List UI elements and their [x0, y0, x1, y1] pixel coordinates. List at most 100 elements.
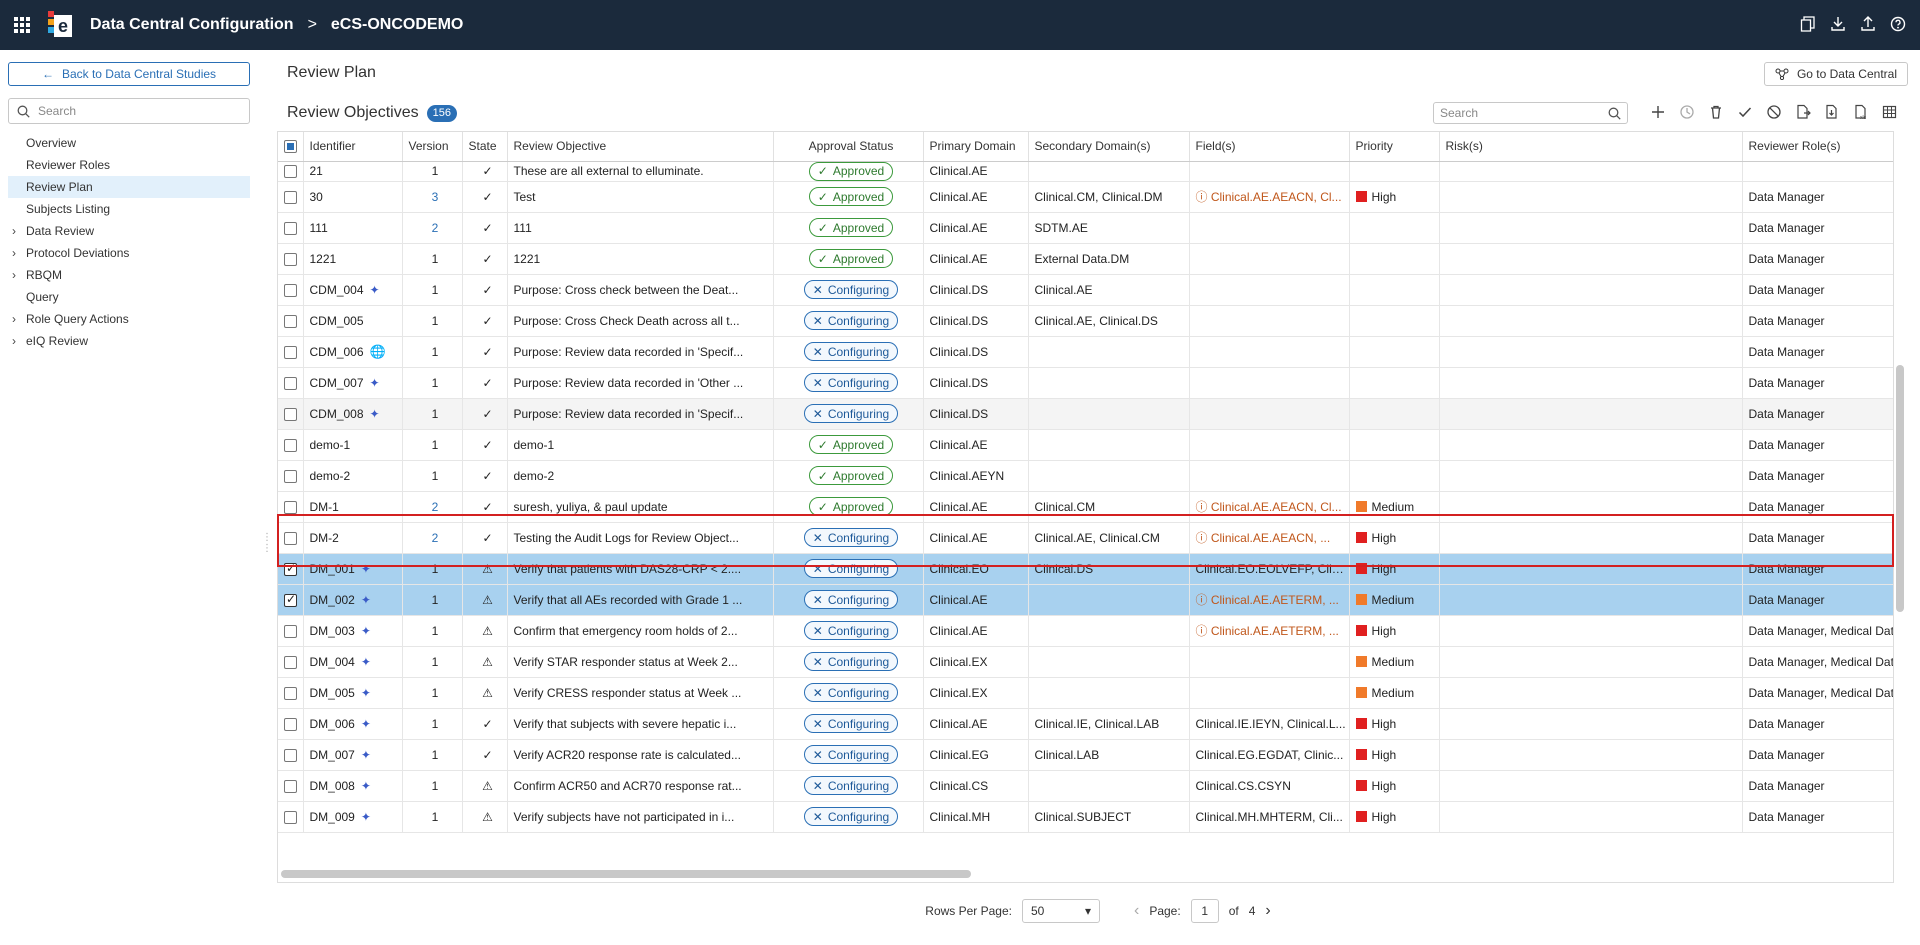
version-cell[interactable]: 2: [402, 522, 463, 554]
row-select-cell[interactable]: [278, 429, 304, 461]
review-objective-cell[interactable]: Testing the Audit Logs for Review Object…: [507, 522, 774, 554]
disable-icon[interactable]: [1764, 102, 1783, 122]
chevron-right-icon[interactable]: ›: [12, 264, 16, 286]
col-secondary-domains[interactable]: Secondary Domain(s): [1028, 132, 1190, 162]
copy-icon[interactable]: [1800, 16, 1816, 32]
version-cell[interactable]: 2: [402, 212, 463, 244]
table-row[interactable]: 30 3 ✓ Test ✓ Approved Clinical.AE Clinical.CM,…: [278, 181, 1893, 213]
review-objective-cell[interactable]: suresh, yuliya, & paul update: [507, 491, 774, 523]
identifier-cell[interactable]: DM-1: [303, 491, 403, 523]
row-select-cell[interactable]: [278, 460, 304, 492]
row-checkbox[interactable]: [284, 748, 297, 762]
sidebar-item-overview[interactable]: Overview: [8, 132, 250, 154]
table-row[interactable]: DM_002 ✦ 1 ⚠ Verify that all AEs recorded wi…: [278, 584, 1893, 616]
row-checkbox[interactable]: [284, 624, 297, 638]
row-select-cell[interactable]: [278, 367, 304, 399]
identifier-cell[interactable]: CDM_005: [303, 305, 403, 337]
table-row[interactable]: DM-2 2 ✓ Testing the Audit Logs for Review …: [278, 522, 1893, 554]
identifier-cell[interactable]: demo-1: [303, 429, 403, 461]
history-icon[interactable]: [1677, 102, 1696, 122]
table-row[interactable]: CDM_007 ✦ 1 ✓ Purpose: Review data recorded …: [278, 367, 1893, 399]
table-row[interactable]: CDM_004 ✦ 1 ✓ Purpose: Cross check between t…: [278, 274, 1893, 306]
identifier-cell[interactable]: CDM_007 ✦: [303, 367, 403, 399]
row-select-cell[interactable]: [278, 336, 304, 368]
sidebar-item-query[interactable]: Query: [8, 286, 250, 308]
row-select-cell[interactable]: [278, 708, 304, 740]
identifier-cell[interactable]: 111: [303, 212, 403, 244]
identifier-cell[interactable]: DM-2: [303, 522, 403, 554]
page-number-input[interactable]: 1: [1190, 899, 1219, 923]
review-objective-cell[interactable]: demo-2: [507, 460, 774, 492]
back-to-studies-button[interactable]: ← Back to Data Central Studies: [8, 62, 250, 86]
apps-grid-icon[interactable]: [14, 17, 30, 33]
chevron-right-icon[interactable]: ›: [12, 308, 16, 330]
review-objective-cell[interactable]: demo-1: [507, 429, 774, 461]
table-row[interactable]: demo-1 1 ✓ demo-1 ✓ Approved Clinical.AE Data M…: [278, 429, 1893, 461]
next-page-icon[interactable]: ›: [1265, 902, 1270, 920]
table-row[interactable]: DM_006 ✦ 1 ✓ Verify that subjects with sever…: [278, 708, 1893, 740]
row-select-cell[interactable]: [278, 522, 304, 554]
review-objective-cell[interactable]: Purpose: Review data recorded in 'Specif…: [507, 336, 774, 368]
review-objective-cell[interactable]: 111: [507, 212, 774, 244]
row-checkbox[interactable]: [284, 500, 297, 514]
review-objective-cell[interactable]: Purpose: Cross check between the Deat...: [507, 274, 774, 306]
row-select-cell[interactable]: [278, 615, 304, 647]
identifier-cell[interactable]: 21: [303, 161, 403, 182]
row-checkbox[interactable]: [284, 407, 297, 421]
app-title[interactable]: Data Central Configuration: [90, 16, 294, 34]
splitter-handle[interactable]: ⋮ ⋮: [262, 532, 272, 554]
table-row[interactable]: DM_003 ✦ 1 ⚠ Confirm that emergency room hol…: [278, 615, 1893, 647]
table-row[interactable]: CDM_005 1 ✓ Purpose: Cross Check Death acro…: [278, 305, 1893, 337]
row-select-cell[interactable]: [278, 770, 304, 802]
row-select-cell[interactable]: [278, 801, 304, 833]
row-select-cell[interactable]: [278, 398, 304, 430]
import-icon[interactable]: [1822, 102, 1841, 122]
row-checkbox[interactable]: [284, 779, 297, 793]
row-select-cell[interactable]: [278, 739, 304, 771]
table-row[interactable]: 21 1 ✓ These are all external to elluminate…: [278, 161, 1893, 182]
row-checkbox[interactable]: [284, 314, 297, 328]
table-search-input[interactable]: Search: [1433, 102, 1628, 124]
sidebar-item-reviewer-roles[interactable]: Reviewer Roles: [8, 154, 250, 176]
table-row[interactable]: DM_005 ✦ 1 ⚠ Verify CRESS responder status a…: [278, 677, 1893, 709]
review-objective-cell[interactable]: Purpose: Review data recorded in 'Other …: [507, 367, 774, 399]
approve-icon[interactable]: [1735, 102, 1754, 122]
row-select-cell[interactable]: [278, 181, 304, 213]
row-select-cell[interactable]: [278, 243, 304, 275]
row-checkbox[interactable]: [284, 717, 297, 731]
vertical-scrollbar[interactable]: [1896, 365, 1904, 612]
chevron-right-icon[interactable]: ›: [12, 330, 16, 352]
col-priority[interactable]: Priority: [1349, 132, 1440, 162]
table-row[interactable]: 1221 1 ✓ 1221 ✓ Approved Clinical.AE External D…: [278, 243, 1893, 275]
review-objective-cell[interactable]: Purpose: Cross Check Death across all t.…: [507, 305, 774, 337]
review-objective-cell[interactable]: Verify STAR responder status at Week 2..…: [507, 646, 774, 678]
identifier-cell[interactable]: CDM_008 ✦: [303, 398, 403, 430]
review-objective-cell[interactable]: 1221: [507, 243, 774, 275]
chevron-right-icon[interactable]: ›: [12, 220, 16, 242]
row-checkbox[interactable]: [284, 810, 297, 824]
identifier-cell[interactable]: DM_005 ✦: [303, 677, 403, 709]
row-checkbox[interactable]: [284, 438, 297, 452]
row-select-cell[interactable]: [278, 274, 304, 306]
identifier-cell[interactable]: DM_003 ✦: [303, 615, 403, 647]
sidebar-item-review-plan[interactable]: Review Plan: [8, 176, 250, 198]
version-cell[interactable]: 2: [402, 491, 463, 523]
version-cell[interactable]: 3: [402, 181, 463, 213]
row-select-cell[interactable]: [278, 491, 304, 523]
columns-icon[interactable]: [1880, 102, 1899, 122]
row-checkbox[interactable]: [284, 165, 297, 179]
row-checkbox[interactable]: [284, 469, 297, 483]
identifier-cell[interactable]: DM_001 ✦: [303, 553, 403, 585]
identifier-cell[interactable]: demo-2: [303, 460, 403, 492]
row-checkbox[interactable]: [284, 283, 297, 297]
row-select-cell[interactable]: [278, 646, 304, 678]
review-objective-cell[interactable]: Confirm ACR50 and ACR70 response rat...: [507, 770, 774, 802]
col-reviewer-roles[interactable]: Reviewer Role(s): [1742, 132, 1893, 162]
review-objective-cell[interactable]: Purpose: Review data recorded in 'Specif…: [507, 398, 774, 430]
download-icon[interactable]: [1830, 16, 1846, 32]
row-select-cell[interactable]: [278, 305, 304, 337]
row-select-cell[interactable]: [278, 212, 304, 244]
col-state[interactable]: State: [462, 132, 508, 162]
row-select-cell[interactable]: [278, 553, 304, 585]
upload-icon[interactable]: [1860, 16, 1876, 32]
